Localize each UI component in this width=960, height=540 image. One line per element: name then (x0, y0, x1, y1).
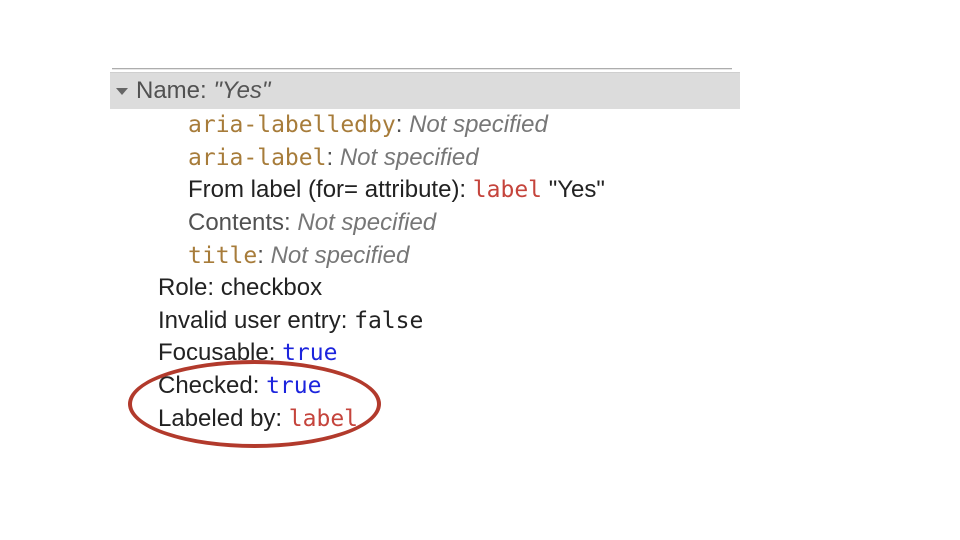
contents-value: Not specified (297, 209, 436, 236)
from-label-text: "Yes" (549, 176, 605, 203)
accessibility-panel: Name: "Yes" aria-labelledby: Not specifi… (110, 72, 740, 435)
contents-label: Contents: (188, 209, 291, 236)
aria-labelledby-value: Not specified (409, 111, 548, 138)
name-value: "Yes" (213, 75, 270, 108)
focusable-label: Focusable: (158, 339, 275, 366)
source-aria-labelledby: aria-labelledby: Not specified (110, 109, 740, 142)
source-aria-label: aria-label: Not specified (110, 142, 740, 175)
aria-label-attr: aria-label (188, 145, 326, 171)
prop-focusable: Focusable: true (110, 337, 740, 370)
aria-label-value: Not specified (340, 144, 479, 171)
prop-invalid: Invalid user entry: false (110, 305, 740, 338)
panel-top-divider (112, 68, 732, 70)
name-section-header[interactable]: Name: "Yes" (110, 72, 740, 109)
role-label: Role: (158, 274, 214, 301)
prop-labeled-by: Labeled by: label (110, 403, 740, 436)
from-label-label: From label (for= attribute): (188, 176, 466, 203)
labeled-by-label: Labeled by: (158, 405, 282, 432)
source-title: title: Not specified (110, 240, 740, 273)
prop-checked: Checked: true (110, 370, 740, 403)
source-from-label: From label (for= attribute): label "Yes" (110, 174, 740, 207)
invalid-label: Invalid user entry: (158, 307, 347, 334)
name-label: Name: (136, 75, 207, 108)
title-attr: title (188, 243, 257, 269)
prop-role: Role: checkbox (110, 272, 740, 305)
source-contents: Contents: Not specified (110, 207, 740, 240)
checked-value: true (266, 373, 321, 399)
focusable-value: true (282, 340, 337, 366)
chevron-down-icon (116, 88, 128, 95)
title-value: Not specified (271, 242, 410, 269)
checked-label: Checked: (158, 372, 259, 399)
from-label-code: label (473, 177, 542, 203)
invalid-value: false (354, 308, 423, 334)
role-value: checkbox (221, 274, 322, 301)
labeled-by-value: label (289, 406, 358, 432)
aria-labelledby-attr: aria-labelledby (188, 112, 396, 138)
